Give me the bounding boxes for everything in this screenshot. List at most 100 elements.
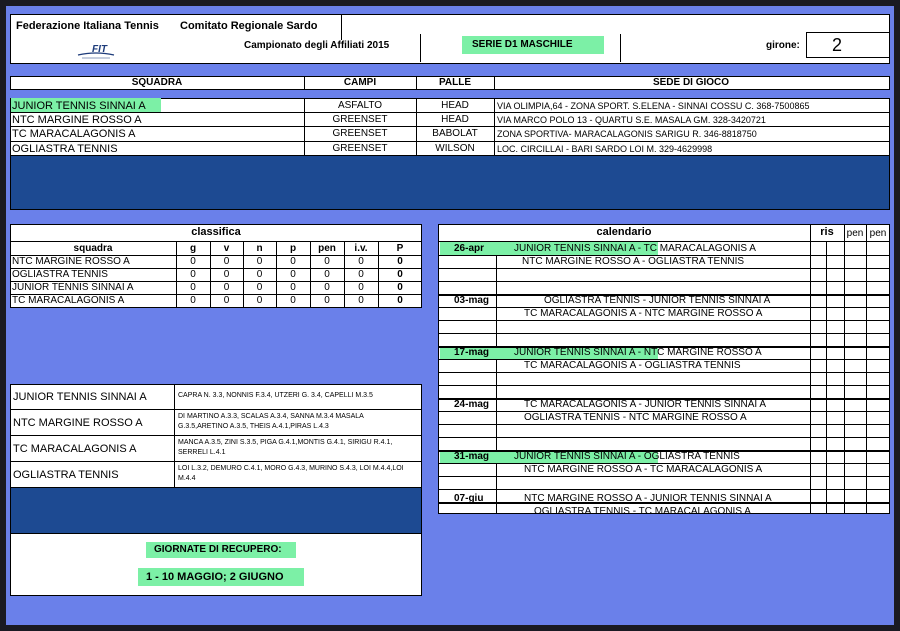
players-team-2: NTC MARGINE ROSSO A (13, 417, 143, 429)
classifica-row-3-pen: 0 (324, 282, 330, 293)
calendario-row-line (438, 307, 890, 308)
classifica-row-2-team: OGLIASTRA TENNIS (12, 269, 108, 280)
classifica-row-3-team: JUNIOR TENNIS SINNAI A (12, 282, 134, 293)
classifica-col-p: p (289, 243, 297, 254)
round-2-match-1: OGLIASTRA TENNIS - JUNIOR TENNIS SINNAI … (544, 295, 771, 306)
classifica-row-3-n: 0 (256, 282, 263, 293)
teams-col-campi: CAMPI (343, 77, 377, 88)
players-list-1-line-1: CAPRA N. 3.3, NONNIS F.3.4, UTZERI G. 3.… (178, 392, 373, 399)
team-row-1-sede: VIA OLIMPIA,64 - ZONA SPORT. S.ELENA - S… (497, 101, 810, 111)
round-5-date: 31-mag (454, 451, 490, 462)
players-list-4-line-2: M.4.4 (178, 475, 196, 482)
round-2-match-2: TC MARACALAGONIS A - NTC MARGINE ROSSO A (524, 308, 763, 319)
teams-dark-band (10, 156, 890, 210)
calendario-row-line (438, 450, 890, 452)
classifica-col-g: g (189, 243, 197, 254)
calendario-row-line (438, 281, 890, 282)
team-row-1-palle: HEAD (441, 100, 469, 111)
players-list-2-line-1: DI MARTINO A.3.3, SCALAS A.3.4, SANNA M.… (178, 413, 364, 420)
recupero-dates: 1 - 10 MAGGIO; 2 GIUGNO (146, 571, 284, 583)
federation-name: Federazione Italiana Tennis (16, 20, 159, 32)
classifica-row-2-points: 0 (397, 269, 403, 280)
header-divider-1 (420, 34, 421, 62)
calendario-title: calendario (596, 226, 652, 238)
calendario-row-line (438, 333, 890, 334)
classifica-col-iv: i.v. (354, 243, 368, 254)
teams-col-squadra: SQUADRA (131, 77, 183, 88)
committee-name: Comitato Regionale Sardo (180, 20, 318, 32)
calendario-col-pen-1: pen (846, 228, 864, 239)
players-list-3-line-2: SERRELI L.4.1 (178, 449, 226, 456)
calendario-row-line (438, 359, 890, 360)
score-sheet: Federazione Italiana Tennis Comitato Reg… (6, 6, 894, 625)
round-3-match-2: TC MARACALAGONIS A - OGLIASTRA TENNIS (524, 360, 741, 371)
team-row-2-squadra: NTC MARGINE ROSSO A (12, 114, 142, 126)
classifica-row-2-v: 0 (223, 269, 230, 280)
players-team-4: OGLIASTRA TENNIS (13, 469, 119, 481)
championship-title: Campionato degli Affiliati 2015 (244, 40, 390, 51)
team-row-4-palle: WILSON (435, 143, 475, 154)
classifica-row-1-v: 0 (223, 256, 230, 267)
team-row-2-palle: HEAD (441, 114, 469, 125)
team-row-4-squadra: OGLIASTRA TENNIS (12, 143, 118, 155)
round-2-date: 03-mag (454, 295, 490, 306)
calendario-row-line (438, 268, 890, 269)
classifica-row-4-v: 0 (223, 295, 230, 306)
calendario-row-line (438, 463, 890, 464)
team-row-1-campi: ASFALTO (337, 100, 383, 111)
team-row-3-palle: BABOLAT (432, 128, 478, 139)
classifica-row-3-p: 0 (290, 282, 296, 293)
team-row-2-campi: GREENSET (332, 114, 388, 125)
calendario-row-line (438, 424, 890, 425)
round-5-match-1: JUNIOR TENNIS SINNAI A - OGLIASTRA TENNI… (514, 451, 740, 462)
classifica-row-1-pen: 0 (324, 256, 330, 267)
calendario-row-line (438, 437, 890, 438)
classifica-row-4-iv: 0 (358, 295, 364, 306)
calendario-row-line (438, 385, 890, 386)
round-4-match-2: OGLIASTRA TENNIS - NTC MARGINE ROSSO A (524, 412, 747, 423)
classifica-row-2-p: 0 (290, 269, 296, 280)
classifica-row-4-p: 0 (290, 295, 296, 306)
classifica-row-3-points: 0 (397, 282, 403, 293)
players-team-3: TC MARACALAGONIS A (13, 443, 137, 455)
calendario-row-line (438, 476, 890, 477)
calendario-row-line (438, 489, 890, 490)
calendario-col-ris: ris (820, 226, 834, 238)
round-4-date: 24-mag (454, 399, 490, 410)
round-1-date: 26-apr (454, 243, 485, 254)
classifica-col-n: n (256, 243, 263, 254)
players-list-4-line-1: LOI L.3.2, DEMURO C.4.1, MORO G.4.3, MUR… (178, 465, 404, 472)
calendario-row-line (438, 411, 890, 412)
girone-label: girone: (766, 40, 800, 51)
round-6-match-2: OGLIASTRA TENNIS - TC MARACALAGONIS A (534, 506, 751, 517)
classifica-col-v: v (223, 243, 230, 254)
series-label: SERIE D1 MASCHILE (472, 39, 573, 50)
round-1-match-2: NTC MARGINE ROSSO A - OGLIASTRA TENNIS (522, 256, 745, 267)
players-list-2-line-2: G.3.5,ARETINO A.3.5, THEIS A.4.1,PIRAS L… (178, 423, 329, 430)
classifica-row-1-team: NTC MARGINE ROSSO A (12, 256, 130, 267)
classifica-col-squadra: squadra (73, 243, 113, 254)
team-row-3-campi: GREENSET (332, 128, 388, 139)
calendario-row-line (438, 502, 890, 504)
calendario-row-line (438, 398, 890, 400)
classifica-row-4-team: TC MARACALAGONIS A (12, 295, 125, 306)
girone-value: 2 (832, 35, 843, 55)
classifica-col-points: P (396, 243, 404, 254)
classifica-row-1-p: 0 (290, 256, 296, 267)
recupero-label: GIORNATE DI RECUPERO: (154, 544, 282, 555)
classifica-row-1-n: 0 (256, 256, 263, 267)
girone-box (806, 32, 890, 58)
team-row-1-squadra: JUNIOR TENNIS SINNAI A (12, 100, 146, 112)
teams-col-sede: SEDE DI GIOCO (652, 77, 730, 88)
calendario-row-line (438, 346, 890, 348)
classifica-row-3-iv: 0 (358, 282, 364, 293)
classifica-row-2-pen: 0 (324, 269, 330, 280)
classifica-title: classifica (191, 226, 241, 238)
header-divider-2 (620, 34, 621, 62)
teams-col-palle: PALLE (438, 77, 472, 88)
classifica-row-2-n: 0 (256, 269, 263, 280)
team-row-3-sede: ZONA SPORTIVA- MARACALAGONIS SARIGU R. 3… (497, 129, 757, 139)
classifica-row-1-points: 0 (397, 256, 403, 267)
team-row-4-campi: GREENSET (332, 143, 388, 154)
players-team-1: JUNIOR TENNIS SINNAI A (13, 391, 147, 403)
